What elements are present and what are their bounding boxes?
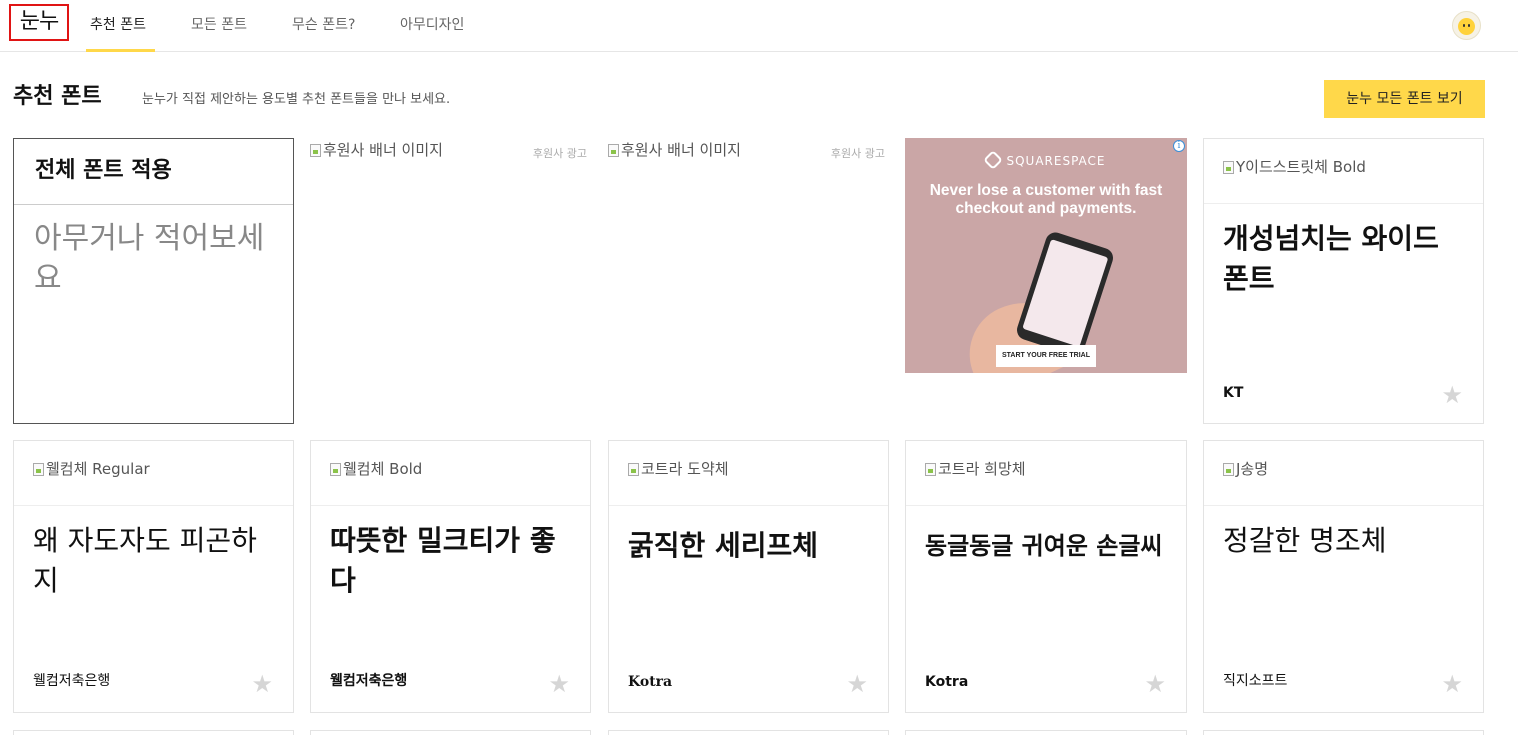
all-fonts-button[interactable]: 눈누 모든 폰트 보기 — [1324, 80, 1485, 118]
font-card-partial[interactable] — [1203, 730, 1484, 735]
sponsor-banner[interactable]: 후원사 배너 이미지 후원사 광고 — [310, 138, 591, 424]
tab-which-font[interactable]: 무슨 폰트? — [292, 16, 355, 34]
font-maker: KT — [1223, 385, 1244, 401]
broken-image-icon — [628, 462, 639, 476]
ad-headline: Never lose a customer with fast checkout… — [929, 182, 1163, 217]
font-name-alt: J송명 — [1236, 460, 1269, 478]
ad-info-icon[interactable]: i — [1173, 140, 1185, 152]
top-header: 눈누 추천 폰트 모든 폰트 무슨 폰트? 아무디자인 — [0, 0, 1518, 52]
favorite-star-icon[interactable]: ★ — [251, 672, 273, 696]
sponsor-image[interactable]: 후원사 배너 이미지 — [310, 140, 443, 160]
font-maker: Kotra — [628, 674, 673, 690]
font-name-alt: 웰컴체 Regular — [46, 460, 150, 478]
avatar[interactable] — [1452, 11, 1481, 40]
font-card-header: 웰컴체 Bold — [311, 441, 590, 506]
font-card[interactable]: Y이드스트릿체 Bold 개성넘치는 와이드 폰트 KT ★ — [1203, 138, 1484, 424]
font-name-image: 웰컴체 Bold — [330, 459, 422, 479]
font-card-header: 웰컴체 Regular — [14, 441, 293, 506]
font-card-partial[interactable] — [905, 730, 1187, 735]
favorite-star-icon[interactable]: ★ — [846, 672, 868, 696]
font-name-image: 웰컴체 Regular — [33, 459, 150, 479]
broken-image-icon — [330, 462, 341, 476]
font-card[interactable]: J송명 정갈한 명조체 직지소프트 ★ — [1203, 440, 1484, 713]
broken-image-icon — [925, 462, 936, 476]
font-sample-text: 따뜻한 밀크티가 좋다 — [330, 524, 556, 597]
sponsor-banner[interactable]: 후원사 배너 이미지 후원사 광고 — [608, 138, 889, 424]
font-card-header: J송명 — [1204, 441, 1483, 506]
broken-image-icon — [1223, 462, 1234, 476]
avatar-face-icon — [1458, 18, 1475, 35]
font-sample-text: 동글동글 귀여운 손글씨 — [925, 532, 1163, 560]
page-description: 눈누가 직접 제안하는 용도별 추천 폰트들을 만나 보세요. — [142, 92, 451, 107]
font-sample-text: 개성넘치는 와이드 폰트 — [1223, 222, 1439, 295]
sponsor-image[interactable]: 후원사 배너 이미지 — [608, 140, 741, 160]
font-sample-text: 굵직한 세리프체 — [628, 529, 819, 562]
font-card-partial[interactable] — [608, 730, 889, 735]
broken-image-icon — [310, 143, 321, 157]
font-card-partial[interactable] — [310, 730, 591, 735]
font-card[interactable]: 코트라 희망체 동글동글 귀여운 손글씨 Kotra ★ — [905, 440, 1187, 713]
sponsor-image-alt: 후원사 배너 이미지 — [621, 141, 741, 159]
tab-recommended-fonts[interactable]: 추천 폰트 — [90, 16, 146, 34]
squarespace-ad[interactable]: i SQUARESPACE Never lose a customer with… — [905, 138, 1187, 373]
page-title: 추천 폰트 — [13, 84, 102, 109]
ad-brand-name: SQUARESPACE — [1006, 154, 1106, 168]
squarespace-logo-icon — [983, 150, 1004, 170]
font-card-partial[interactable] — [13, 730, 294, 735]
font-name-alt: 웰컴체 Bold — [343, 460, 423, 478]
logo[interactable]: 눈누 — [9, 4, 69, 41]
font-card[interactable]: 웰컴체 Regular 왜 자도자도 피곤하지 웰컴저축은행 ★ — [13, 440, 294, 713]
sponsor-label: 후원사 광고 — [830, 147, 885, 160]
broken-image-icon — [33, 462, 44, 476]
favorite-star-icon[interactable]: ★ — [1144, 672, 1166, 696]
font-maker: 직지소프트 — [1223, 673, 1288, 689]
apply-font-card: 전체 폰트 적용 — [13, 138, 294, 424]
font-sample-text: 정갈한 명조체 — [1223, 524, 1387, 557]
favorite-star-icon[interactable]: ★ — [548, 672, 570, 696]
font-name-image: 코트라 희망체 — [925, 459, 1026, 479]
tab-all-fonts[interactable]: 모든 폰트 — [191, 16, 247, 34]
font-maker: Kotra — [925, 674, 969, 690]
font-name-image: J송명 — [1223, 459, 1268, 479]
font-name-alt: 코트라 도약체 — [641, 460, 729, 478]
font-name-image: Y이드스트릿체 Bold — [1223, 157, 1366, 177]
active-tab-indicator — [86, 49, 155, 52]
font-card-header: 코트라 희망체 — [906, 441, 1186, 506]
font-card-header: Y이드스트릿체 Bold — [1204, 139, 1483, 204]
font-card[interactable]: 웰컴체 Bold 따뜻한 밀크티가 좋다 웰컴저축은행 ★ — [310, 440, 591, 713]
phone-image — [1014, 229, 1116, 359]
apply-card-title: 전체 폰트 적용 — [35, 158, 172, 183]
font-card[interactable]: 코트라 도약체 굵직한 세리프체 Kotra ★ — [608, 440, 889, 713]
tab-amu-design[interactable]: 아무디자인 — [400, 16, 464, 34]
font-name-image: 코트라 도약체 — [628, 459, 729, 479]
font-sample-text: 왜 자도자도 피곤하지 — [33, 524, 257, 597]
sponsor-label: 후원사 광고 — [532, 147, 587, 160]
font-card-header: 코트라 도약체 — [609, 441, 888, 506]
font-name-alt: Y이드스트릿체 Bold — [1236, 158, 1366, 176]
broken-image-icon — [608, 143, 619, 157]
font-maker: 웰컴저축은행 — [33, 673, 111, 689]
ad-brand: SQUARESPACE — [905, 150, 1187, 170]
phone-screen — [1022, 239, 1109, 348]
sponsor-image-alt: 후원사 배너 이미지 — [323, 141, 443, 159]
font-maker: 웰컴저축은행 — [330, 673, 408, 689]
sample-text-input[interactable] — [34, 219, 274, 329]
broken-image-icon — [1223, 160, 1234, 174]
ad-cta-button[interactable]: START YOUR FREE TRIAL — [996, 345, 1096, 367]
favorite-star-icon[interactable]: ★ — [1441, 672, 1463, 696]
favorite-star-icon[interactable]: ★ — [1441, 383, 1463, 407]
font-name-alt: 코트라 희망체 — [938, 460, 1026, 478]
apply-card-header: 전체 폰트 적용 — [14, 139, 293, 205]
